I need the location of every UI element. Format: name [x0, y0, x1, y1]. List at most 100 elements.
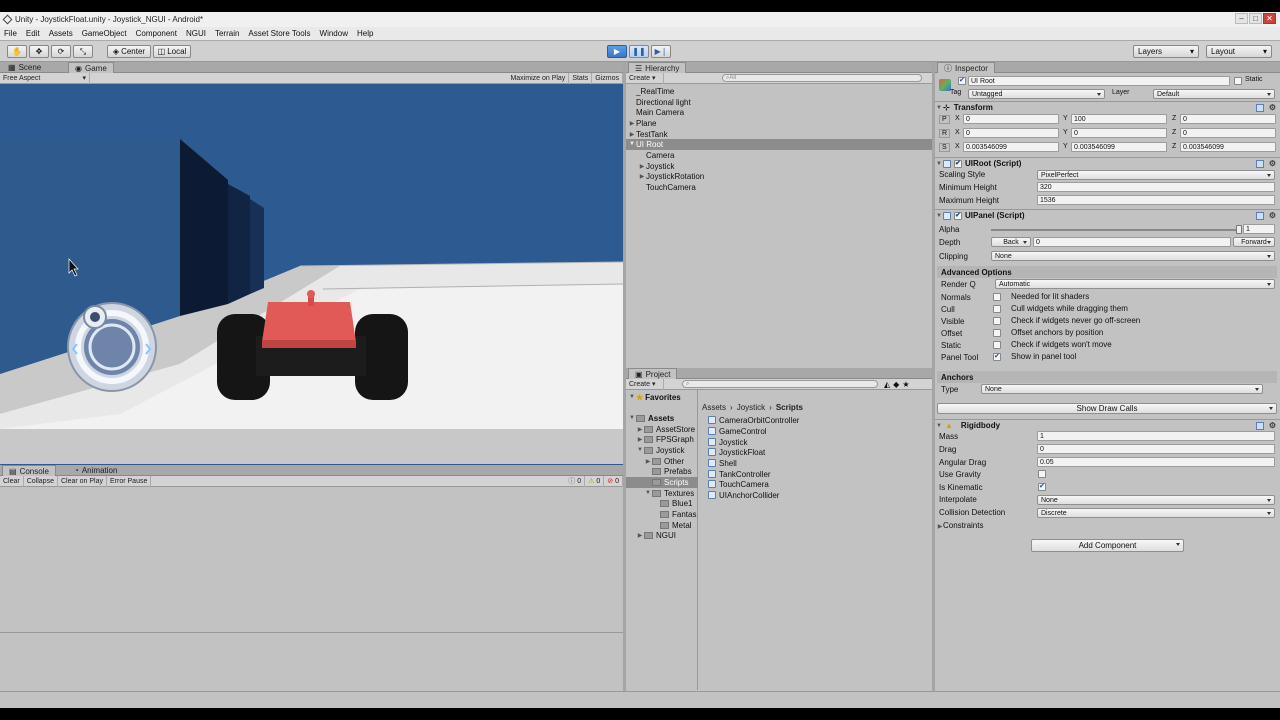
drag-field[interactable]: 0 — [1037, 444, 1275, 454]
hierarchy-search-input[interactable]: ⌕ All — [722, 74, 922, 82]
folder-node[interactable]: Fantas — [660, 509, 696, 520]
pause-button[interactable]: ❚❚ — [629, 45, 649, 58]
hierarchy-item[interactable]: _RealTime — [636, 86, 674, 97]
panel-tool-checkbox[interactable] — [993, 352, 1001, 361]
hierarchy-item[interactable]: Main Camera — [636, 107, 684, 118]
transform-p-button[interactable]: P — [939, 115, 950, 124]
is-kinematic-checkbox[interactable] — [1038, 482, 1046, 491]
hand-tool-button[interactable]: ✋ — [7, 45, 27, 58]
tab-inspector[interactable]: ⓘ Inspector — [937, 62, 995, 73]
tab-hierarchy[interactable]: ☰ Hierarchy — [628, 62, 687, 73]
pivot-center-button[interactable]: ◈ Center — [107, 45, 151, 58]
collapse-arrow-icon[interactable]: ▼ — [636, 447, 644, 453]
folder-node[interactable]: ▶ FPSGraph — [636, 434, 694, 445]
minimize-button[interactable]: – — [1235, 13, 1248, 24]
gizmos-dropdown[interactable]: Gizmos — [592, 72, 623, 84]
script-file[interactable]: Joystick — [708, 437, 747, 448]
collision-detection-dropdown[interactable]: Discrete — [1037, 508, 1275, 518]
uipanel-enabled-checkbox[interactable] — [954, 211, 962, 220]
folder-node[interactable]: ▶ NGUI — [636, 530, 676, 541]
add-component-button[interactable]: Add Component — [1031, 539, 1184, 552]
script-file[interactable]: TouchCamera — [708, 479, 769, 490]
object-name-field[interactable]: UI Root — [968, 76, 1230, 86]
hierarchy-item-selected[interactable]: ▼ UI Root — [626, 139, 932, 150]
menu-asset-store-tools[interactable]: Asset Store Tools — [248, 29, 310, 38]
menu-ngui[interactable]: NGUI — [186, 29, 206, 38]
position-y-field[interactable]: 100 — [1071, 114, 1167, 124]
minimum-height-field[interactable]: 320 — [1037, 182, 1275, 192]
visible-checkbox[interactable] — [993, 317, 1001, 325]
expand-arrow-icon[interactable]: ▶ — [638, 163, 646, 170]
cull-checkbox[interactable] — [993, 305, 1001, 313]
filter-label-icon[interactable]: ◆ — [893, 380, 899, 389]
collapse-arrow-icon[interactable]: ▼ — [935, 423, 943, 429]
hierarchy-item[interactable]: Directional light — [636, 97, 691, 108]
favorites-node[interactable]: ▼ ★ Favorites — [628, 392, 681, 403]
folder-node[interactable]: ▼ Textures — [644, 488, 694, 499]
hierarchy-item[interactable]: Camera — [646, 150, 674, 161]
advanced-options-header[interactable]: Advanced Options — [937, 266, 1277, 278]
scale-z-field[interactable]: 0.003546099 — [1180, 142, 1276, 152]
collapse-arrow-icon[interactable]: ▼ — [935, 105, 943, 111]
use-gravity-checkbox[interactable] — [1038, 470, 1046, 478]
expand-arrow-icon[interactable]: ▶ — [644, 458, 652, 465]
hierarchy-create-dropdown[interactable]: Create ▾ — [626, 72, 664, 84]
hierarchy-item[interactable]: ▶ JoystickRotation — [638, 171, 705, 182]
mass-field[interactable]: 1 — [1037, 431, 1275, 441]
hierarchy-item[interactable]: ▶ Plane — [628, 118, 657, 129]
error-count-toggle[interactable]: ⊘ 0 — [604, 475, 623, 487]
anchor-type-dropdown[interactable]: None — [981, 384, 1263, 394]
gear-icon[interactable]: ⚙ — [1269, 159, 1276, 168]
clipping-dropdown[interactable]: None — [991, 251, 1275, 261]
menu-terrain[interactable]: Terrain — [215, 29, 239, 38]
interpolate-dropdown[interactable]: None — [1037, 495, 1275, 505]
constraints-foldout[interactable]: ▶Constraints — [937, 521, 984, 530]
layers-dropdown[interactable]: Layers ▾ — [1133, 45, 1199, 58]
hierarchy-item[interactable]: ▶ TestTank — [628, 129, 668, 140]
collapse-arrow-icon[interactable]: ▼ — [935, 161, 943, 167]
anchors-header[interactable]: Anchors — [937, 371, 1277, 383]
help-book-icon[interactable] — [1256, 212, 1264, 220]
script-file[interactable]: TankController — [708, 469, 771, 480]
breadcrumb-item[interactable]: Scripts — [776, 403, 803, 412]
star-icon[interactable]: ★ — [902, 380, 909, 389]
depth-back-button[interactable]: Back — [991, 237, 1031, 247]
log-count-toggle[interactable]: ⓘ 0 — [565, 475, 586, 487]
collapse-toggle[interactable]: Collapse — [24, 475, 58, 487]
tab-project[interactable]: ▣ Project — [628, 368, 678, 379]
expand-arrow-icon[interactable]: ▶ — [638, 173, 646, 180]
project-create-dropdown[interactable]: Create ▾ — [626, 378, 664, 390]
offset-checkbox[interactable] — [993, 329, 1001, 337]
expand-arrow-icon[interactable]: ▶ — [636, 436, 644, 443]
maximize-on-play-toggle[interactable]: Maximize on Play — [507, 72, 570, 84]
rigidbody-header[interactable]: ▼ ▲ Rigidbody ⚙ — [935, 419, 1280, 431]
rotation-z-field[interactable]: 0 — [1180, 128, 1276, 138]
menu-gameobject[interactable]: GameObject — [82, 29, 127, 38]
expand-arrow-icon[interactable]: ▶ — [636, 426, 644, 433]
menu-edit[interactable]: Edit — [26, 29, 40, 38]
menu-component[interactable]: Component — [136, 29, 177, 38]
expand-arrow-icon[interactable]: ▶ — [628, 120, 636, 127]
hierarchy-item[interactable]: ▶ Joystick — [638, 161, 675, 172]
step-button[interactable]: ▶❘ — [651, 45, 671, 58]
project-search-input[interactable]: ⌕ — [682, 380, 878, 388]
collapse-arrow-icon[interactable]: ▼ — [644, 490, 652, 496]
active-checkbox[interactable] — [958, 76, 966, 85]
uipanel-header[interactable]: ▼ UIPanel (Script) ⚙ — [935, 209, 1280, 221]
gear-icon[interactable]: ⚙ — [1269, 211, 1276, 220]
menu-window[interactable]: Window — [320, 29, 348, 38]
script-file[interactable]: CameraOrbitController — [708, 415, 799, 426]
uiroot-enabled-checkbox[interactable] — [954, 159, 962, 168]
help-book-icon[interactable] — [1256, 104, 1264, 112]
help-book-icon[interactable] — [1256, 422, 1264, 430]
script-file[interactable]: GameControl — [708, 426, 767, 437]
rotation-x-field[interactable]: 0 — [963, 128, 1059, 138]
angular-drag-field[interactable]: 0.05 — [1037, 457, 1275, 467]
collapse-arrow-icon[interactable]: ▼ — [628, 394, 636, 400]
scale-x-field[interactable]: 0.003546099 — [963, 142, 1059, 152]
render-q-dropdown[interactable]: Automatic — [995, 279, 1275, 289]
close-button[interactable]: ✕ — [1263, 13, 1276, 24]
position-z-field[interactable]: 0 — [1180, 114, 1276, 124]
hierarchy-item[interactable]: TouchCamera — [646, 182, 696, 193]
aspect-dropdown[interactable]: Free Aspect ▾ — [0, 72, 90, 84]
